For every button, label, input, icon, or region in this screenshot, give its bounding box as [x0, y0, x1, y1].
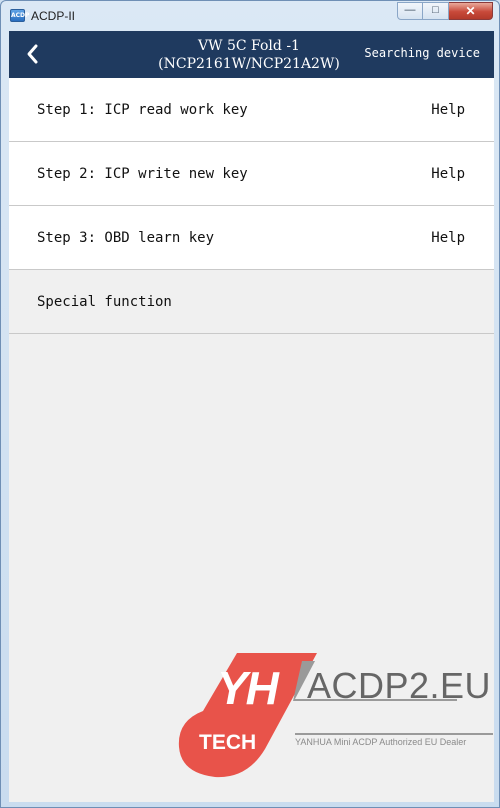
step3-item[interactable]: Step 3: OBD learn key Help — [9, 206, 494, 270]
app-content: VW 5C Fold -1 (NCP2161W/NCP21A2W) Search… — [9, 31, 494, 802]
header-bar: VW 5C Fold -1 (NCP2161W/NCP21A2W) Search… — [9, 31, 494, 78]
logo-tech-text: TECH — [199, 731, 257, 754]
page-subtitle: (NCP2161W/NCP21A2W) — [158, 56, 340, 72]
step2-item[interactable]: Step 2: ICP write new key Help — [9, 142, 494, 206]
window-title: ACDP-II — [31, 9, 76, 23]
back-button[interactable] — [21, 41, 45, 67]
app-icon: ACDP — [10, 9, 29, 22]
window-controls: — □ ✕ — [397, 2, 493, 20]
step1-help-link[interactable]: Help — [431, 102, 465, 118]
minimize-icon: — — [404, 4, 416, 16]
app-window: ACDP ACDP-II — □ ✕ VW 5C Fold -1 (NCP216… — [0, 0, 500, 808]
step1-item[interactable]: Step 1: ICP read work key Help — [9, 78, 494, 142]
step3-label: Step 3: OBD learn key — [37, 230, 215, 246]
minimize-button[interactable]: — — [397, 2, 423, 20]
logo-mark-text: YH — [217, 662, 279, 714]
close-button[interactable]: ✕ — [449, 2, 493, 20]
watermark-site: ACDP2.EU — [307, 665, 492, 706]
close-icon: ✕ — [465, 4, 476, 18]
dealer-watermark: YH TECH ACDP2.EU YANHUA Mini ACDP Author… — [177, 651, 494, 781]
step1-label: Step 1: ICP read work key — [37, 102, 248, 118]
maximize-button[interactable]: □ — [423, 2, 449, 20]
step2-label: Step 2: ICP write new key — [37, 166, 248, 182]
chevron-left-icon — [27, 44, 38, 64]
special-function-label: Special function — [37, 294, 172, 310]
maximize-icon: □ — [432, 4, 439, 16]
page-title: VW 5C Fold -1 — [198, 38, 300, 54]
watermark-tagline: YANHUA Mini ACDP Authorized EU Dealer — [295, 737, 467, 747]
function-list: Step 1: ICP read work key Help Step 2: I… — [9, 78, 494, 334]
window-titlebar[interactable]: ACDP ACDP-II — □ ✕ — [1, 1, 499, 31]
special-function-item[interactable]: Special function — [9, 270, 494, 334]
step3-help-link[interactable]: Help — [431, 230, 465, 246]
step2-help-link[interactable]: Help — [431, 166, 465, 182]
device-status: Searching device — [364, 46, 480, 60]
